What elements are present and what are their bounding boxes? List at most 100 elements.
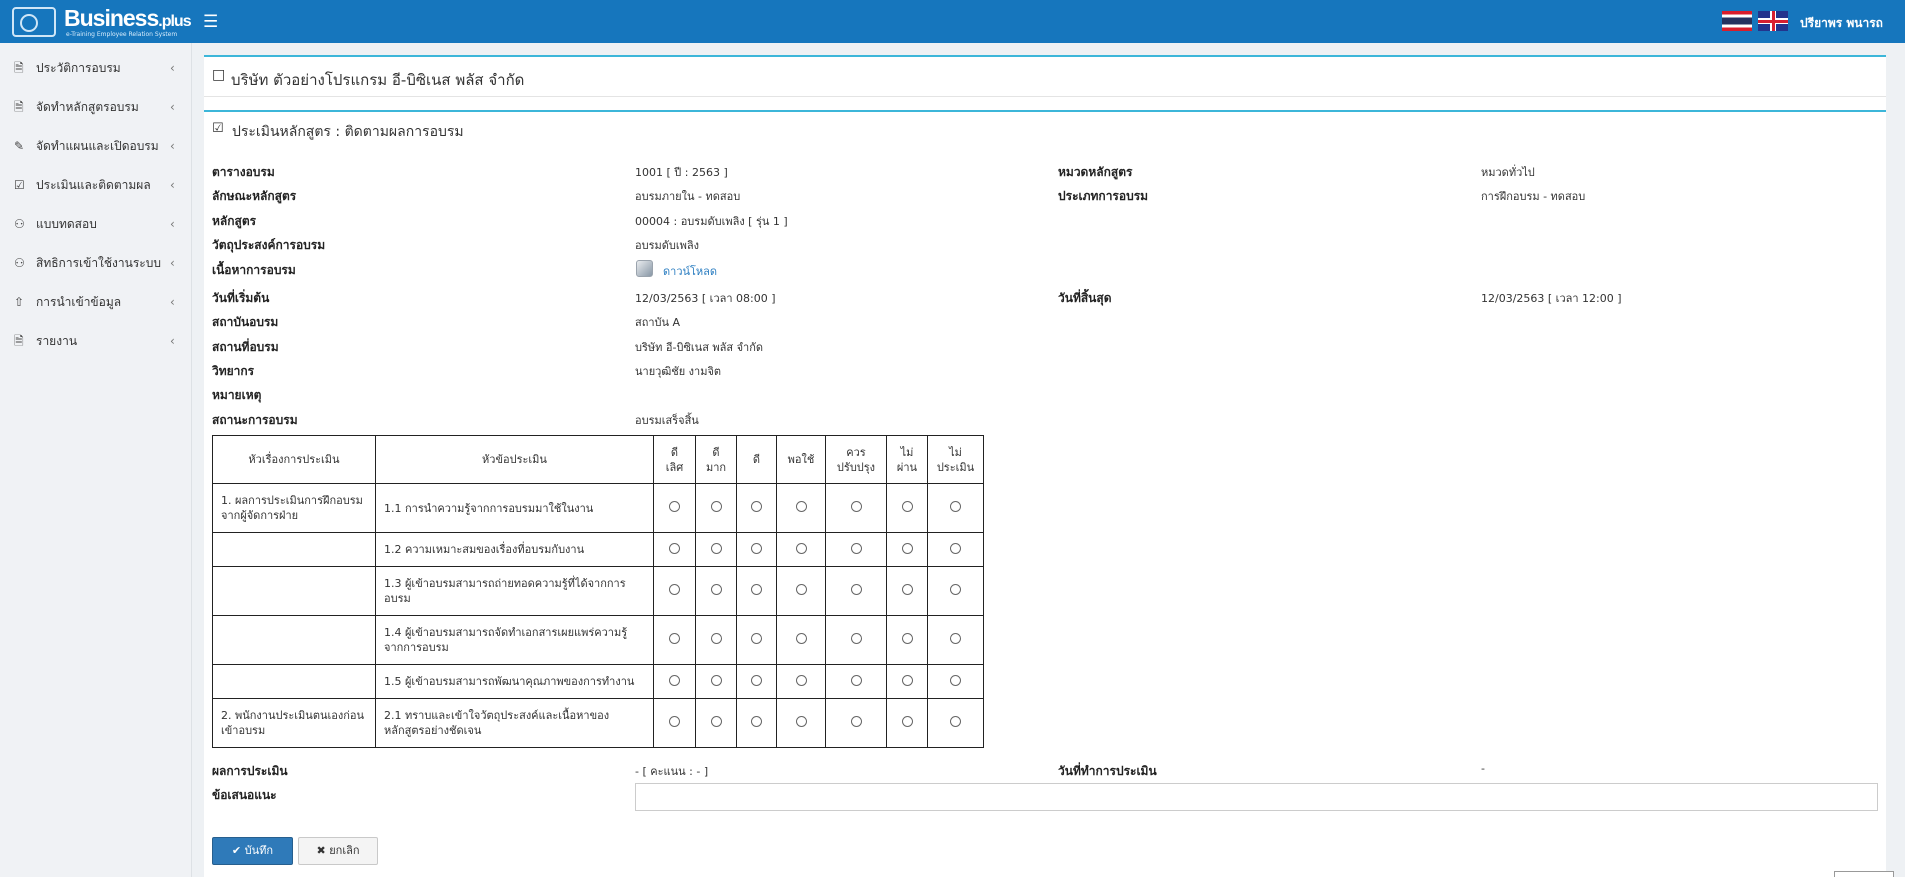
table-row: 2. พนักงานประเมินตนเองก่อนเข้าอบรม 2.1 ทร…: [212, 698, 984, 748]
scroll-to-top-stub[interactable]: [1834, 871, 1894, 877]
rating-radio[interactable]: [710, 501, 722, 512]
rating-radio[interactable]: [950, 716, 961, 727]
rating-radio[interactable]: [850, 716, 862, 727]
rating-cell: [927, 698, 984, 748]
result-value: - [ คะแนน : - ]: [635, 765, 709, 778]
rating-radio[interactable]: [669, 674, 680, 686]
rating-radio[interactable]: [795, 501, 807, 512]
rating-radio[interactable]: [850, 542, 862, 554]
type-label: ประเภทการอบรม: [1058, 189, 1149, 203]
check-square-icon: ☑: [14, 178, 25, 192]
cancel-button-label: ยกเลิก: [329, 844, 360, 857]
rating-radio[interactable]: [850, 633, 862, 644]
rating-radio[interactable]: [710, 674, 722, 686]
suggestion-input[interactable]: [635, 783, 1878, 811]
status-label: สถานะการอบรม: [212, 413, 298, 427]
sidebar-item-data-import[interactable]: ⇧ การนำเข้าข้อมูล ‹: [0, 283, 191, 322]
rating-radio[interactable]: [950, 584, 961, 595]
sidebar-item-training-history[interactable]: 🗎 ประวัติการอบรม ‹: [0, 49, 191, 88]
rating-cell: [695, 566, 737, 616]
table-row: 1.5 ผู้เข้าอบรมสามารถพัฒนาคุณภาพของการทำ…: [212, 664, 984, 699]
cancel-button[interactable]: ✖ ยกเลิก: [298, 837, 378, 865]
sidebar-item-access-rights[interactable]: ⚇ สิทธิการเข้าใช้งานระบบ ‹: [0, 244, 191, 283]
rating-radio[interactable]: [710, 633, 722, 644]
rating-radio[interactable]: [901, 501, 913, 512]
rating-radio[interactable]: [950, 542, 961, 554]
rating-radio[interactable]: [710, 584, 722, 595]
rating-radio[interactable]: [710, 542, 722, 554]
rating-radio[interactable]: [751, 584, 762, 595]
save-button[interactable]: ✔ บันทึก: [212, 837, 293, 865]
rating-radio[interactable]: [710, 716, 722, 727]
rating-radio[interactable]: [950, 501, 961, 512]
rating-radio[interactable]: [950, 633, 961, 644]
location-label: สถานที่อบรม: [212, 340, 279, 354]
rating-cell: [695, 615, 737, 665]
schedule-label: ตารางอบรม: [212, 165, 275, 179]
rating-cell: [886, 566, 928, 616]
sidebar-item-reports[interactable]: 🗎 รายงาน ‹: [0, 322, 191, 361]
rating-radio[interactable]: [901, 633, 913, 644]
rating-radio[interactable]: [850, 584, 862, 595]
rating-cell: [886, 483, 928, 533]
rating-radio[interactable]: [850, 501, 862, 512]
institute-value: สถาบัน A: [635, 316, 681, 329]
chevron-left-icon: ‹: [170, 217, 175, 231]
rating-radio[interactable]: [901, 542, 913, 554]
download-file-icon[interactable]: [636, 260, 653, 277]
eval-item-cell: 1.4 ผู้เข้าอบรมสามารถจัดทำเอกสารเผยแพร่ค…: [375, 615, 654, 665]
rating-cell: [927, 566, 984, 616]
sidebar-item-tests[interactable]: ⚇ แบบทดสอบ ‹: [0, 205, 191, 244]
rating-radio[interactable]: [795, 716, 807, 727]
download-link[interactable]: ดาวน์โหลด: [663, 262, 717, 280]
rating-radio[interactable]: [751, 633, 762, 644]
rating-radio[interactable]: [901, 584, 913, 595]
rating-radio[interactable]: [751, 501, 762, 512]
column-header-item: หัวข้อประเมิน: [375, 435, 654, 484]
rating-radio[interactable]: [669, 633, 680, 644]
chevron-left-icon: ‹: [170, 61, 175, 75]
rating-cell: [776, 698, 826, 748]
suggestion-label: ข้อเสนอแนะ: [212, 788, 277, 802]
rating-radio[interactable]: [795, 542, 807, 554]
eval-item-cell: 1.3 ผู้เข้าอบรมสามารถถ่ายทอดความรู้ที่ได…: [375, 566, 654, 616]
rating-cell: [776, 664, 826, 699]
rating-radio[interactable]: [751, 542, 762, 554]
rating-radio[interactable]: [795, 584, 807, 595]
rating-radio[interactable]: [669, 584, 680, 595]
sidebar-item-course-setup[interactable]: 🗎 จัดทำหลักสูตรอบรม ‹: [0, 88, 191, 127]
objective-label: วัตถุประสงค์การอบรม: [212, 238, 326, 252]
bars-icon[interactable]: ☰: [203, 12, 218, 32]
sidebar-item-plan-open[interactable]: ✎ จัดทำแผนและเปิดอบรม ‹: [0, 127, 191, 166]
rating-radio[interactable]: [901, 716, 913, 727]
rating-radio[interactable]: [795, 674, 807, 686]
rating-radio[interactable]: [850, 674, 862, 686]
sidebar-item-label: สิทธิการเข้าใช้งานระบบ: [36, 256, 161, 270]
rating-cell: [886, 664, 928, 699]
rating-radio[interactable]: [795, 633, 807, 644]
rating-radio[interactable]: [669, 501, 680, 512]
eval-item-cell: 1.5 ผู้เข้าอบรมสามารถพัฒนาคุณภาพของการทำ…: [375, 664, 654, 699]
sidebar-item-evaluate-follow[interactable]: ☑ ประเมินและติดตามผล ‹: [0, 166, 191, 205]
result-label: ผลการประเมิน: [212, 764, 288, 778]
rating-cell: [927, 483, 984, 533]
rating-radio[interactable]: [669, 716, 680, 727]
rating-cell: [886, 615, 928, 665]
rating-radio[interactable]: [901, 674, 913, 686]
user-name[interactable]: ปรียาพร พนารถ: [1800, 14, 1883, 33]
rating-radio[interactable]: [751, 716, 762, 727]
app-logo[interactable]: Business.plus e-Training Employee Relati…: [8, 3, 198, 41]
rating-radio[interactable]: [950, 674, 961, 686]
rating-cell: [736, 566, 777, 616]
sidebar-item-label: แบบทดสอบ: [36, 217, 97, 231]
type-value: การฝึกอบรม - ทดสอบ: [1481, 190, 1586, 203]
uk-flag-icon[interactable]: [1758, 11, 1788, 31]
rating-cell: [653, 698, 696, 748]
category-value: หมวดทั่วไป: [1481, 166, 1535, 179]
evaluation-table-body: 1. ผลการประเมินการฝึกอบรมจากผู้จัดการฝ่า…: [212, 483, 984, 748]
rating-radio[interactable]: [751, 674, 762, 686]
rating-cell: [695, 483, 737, 533]
thai-flag-icon[interactable]: [1722, 11, 1752, 31]
rating-radio[interactable]: [669, 542, 680, 554]
rating-cell: [653, 615, 696, 665]
